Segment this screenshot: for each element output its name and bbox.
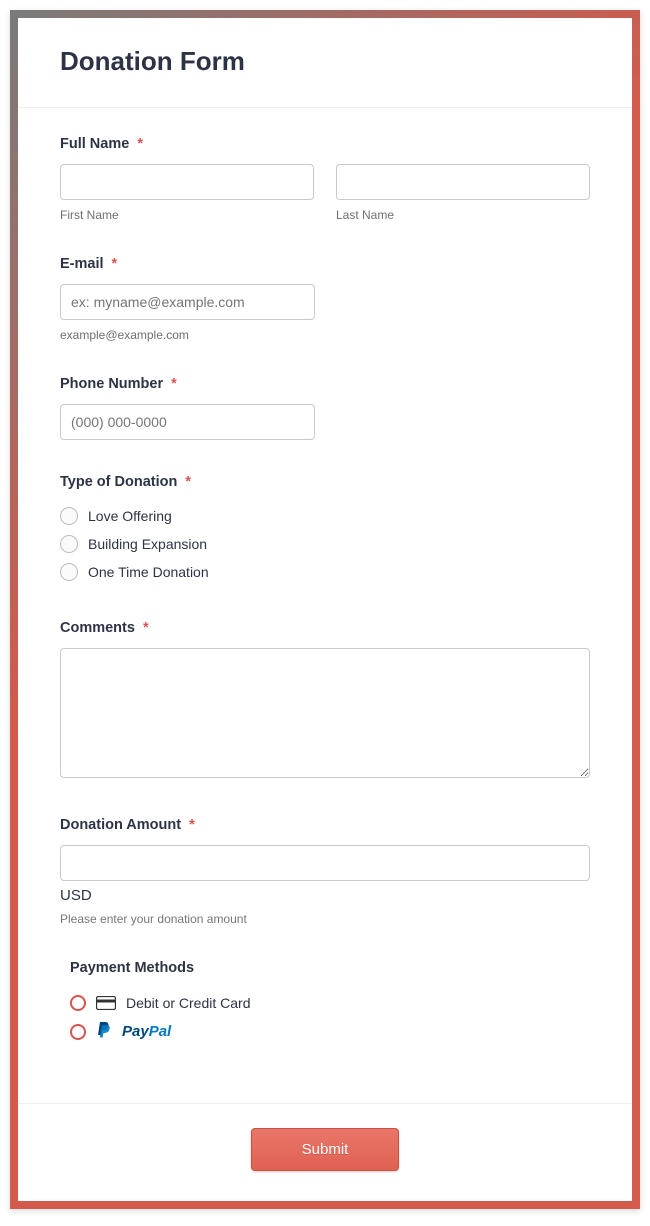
comments-label: Comments * [60, 620, 590, 636]
form-container: Donation Form Full Name * First Name Las… [10, 10, 640, 1209]
donation-amount-label: Donation Amount * [60, 817, 590, 833]
radio-icon [60, 563, 78, 581]
paypal-text-a: Pay [122, 1023, 149, 1040]
last-name-sublabel: Last Name [336, 208, 590, 222]
donation-amount-helper: Please enter your donation amount [60, 912, 590, 926]
pay-option-label: Debit or Credit Card [126, 995, 251, 1011]
label-text: Phone Number [60, 376, 163, 392]
field-donation-type: Type of Donation * Love Offering Buildin… [60, 474, 590, 586]
radio-label: One Time Donation [88, 564, 209, 580]
radio-icon [60, 507, 78, 525]
pay-option-paypal[interactable]: PayPal [70, 1016, 590, 1047]
email-sublabel: example@example.com [60, 328, 590, 342]
label-text: Donation Amount [60, 817, 181, 833]
field-payment-methods: Payment Methods Debit or Credit Card Pay… [60, 960, 590, 1059]
last-name-input[interactable] [336, 164, 590, 200]
first-name-input[interactable] [60, 164, 314, 200]
page-title: Donation Form [60, 46, 590, 77]
radio-label: Building Expansion [88, 536, 207, 552]
field-phone: Phone Number * [60, 376, 590, 440]
credit-card-icon [96, 996, 116, 1010]
required-asterisk: * [137, 136, 143, 152]
paypal-text-b: Pal [149, 1023, 172, 1040]
form-body: Full Name * First Name Last Name E-mail … [18, 108, 632, 1103]
pay-option-card[interactable]: Debit or Credit Card [70, 990, 590, 1016]
required-asterisk: * [112, 256, 118, 272]
email-input[interactable] [60, 284, 315, 320]
donation-amount-input[interactable] [60, 845, 590, 881]
required-asterisk: * [185, 474, 191, 490]
form-header: Donation Form [18, 18, 632, 108]
radio-icon [70, 995, 86, 1011]
paypal-icon [96, 1021, 112, 1042]
radio-label: Love Offering [88, 508, 172, 524]
label-text: Full Name [60, 136, 129, 152]
paypal-logo-text: PayPal [122, 1023, 171, 1040]
label-text: E-mail [60, 256, 104, 272]
first-name-sublabel: First Name [60, 208, 314, 222]
phone-label: Phone Number * [60, 376, 590, 392]
radio-icon [70, 1024, 86, 1040]
form-footer: Submit [18, 1103, 632, 1201]
field-donation-amount: Donation Amount * USD Please enter your … [60, 817, 590, 926]
full-name-label: Full Name * [60, 136, 590, 152]
label-text: Type of Donation [60, 474, 177, 490]
radio-one-time-donation[interactable]: One Time Donation [60, 558, 590, 586]
field-comments: Comments * [60, 620, 590, 783]
currency-label: USD [60, 887, 590, 904]
radio-icon [60, 535, 78, 553]
comments-textarea[interactable] [60, 648, 590, 778]
required-asterisk: * [189, 817, 195, 833]
payment-methods-label: Payment Methods [70, 960, 590, 976]
radio-love-offering[interactable]: Love Offering [60, 502, 590, 530]
donation-type-label: Type of Donation * [60, 474, 590, 490]
required-asterisk: * [143, 620, 149, 636]
label-text: Comments [60, 620, 135, 636]
submit-button[interactable]: Submit [251, 1128, 400, 1171]
radio-building-expansion[interactable]: Building Expansion [60, 530, 590, 558]
phone-input[interactable] [60, 404, 315, 440]
email-label: E-mail * [60, 256, 590, 272]
required-asterisk: * [171, 376, 177, 392]
field-email: E-mail * example@example.com [60, 256, 590, 342]
field-full-name: Full Name * First Name Last Name [60, 136, 590, 222]
